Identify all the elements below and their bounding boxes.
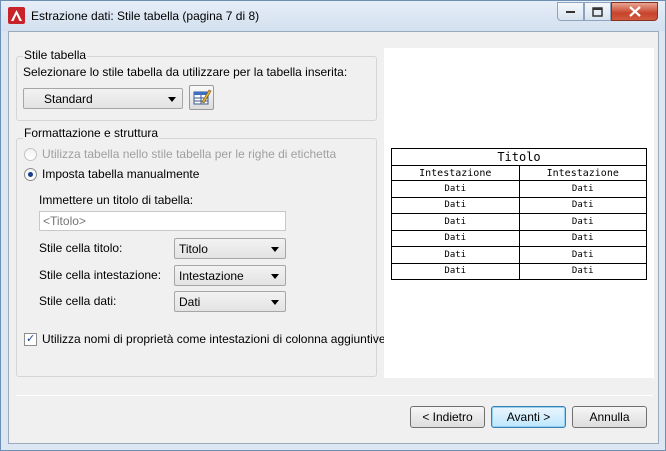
preview-row: Dati Dati xyxy=(391,229,647,247)
table-style-group-label: Stile tabella xyxy=(23,48,88,62)
preview-data-cell: Dati xyxy=(391,262,520,280)
autocad-app-icon xyxy=(8,7,25,24)
table-style-dropdown[interactable]: Standard xyxy=(23,88,183,109)
preview-table: Titolo Intestazione Intestazione Dati Da… xyxy=(391,148,647,280)
dialog-body: Stile tabella Selezionare lo stile tabel… xyxy=(8,31,659,444)
use-style-radio-label: Utilizza tabella nello stile tabella per… xyxy=(42,147,337,161)
preview-data-cell: Dati xyxy=(391,196,520,214)
preview-row: Dati Dati xyxy=(391,196,647,214)
title-cell-style-label: Stile cella titolo: xyxy=(39,241,123,255)
chevron-down-icon xyxy=(271,247,279,252)
table-style-prompt: Selezionare lo stile tabella da utilizza… xyxy=(23,65,348,79)
title-cell-style-dropdown[interactable]: Titolo xyxy=(174,238,286,259)
data-cell-style-dropdown[interactable]: Dati xyxy=(174,291,286,312)
preview-row: Dati Dati xyxy=(391,262,647,280)
formatting-group-label: Formattazione e struttura xyxy=(23,126,160,140)
use-style-radio[interactable] xyxy=(24,148,37,161)
preview-data-cell: Dati xyxy=(518,229,647,247)
preview-row: Dati Dati xyxy=(391,246,647,264)
maximize-button[interactable] xyxy=(584,2,611,21)
preview-data-cell: Dati xyxy=(518,180,647,198)
cancel-button[interactable]: Annulla xyxy=(572,406,647,428)
preview-data-cell: Dati xyxy=(391,246,520,264)
preview-data-cell: Dati xyxy=(391,229,520,247)
title-cell-style-value: Titolo xyxy=(179,242,208,256)
preview-row: Dati Dati xyxy=(391,180,647,198)
back-button[interactable]: < Indietro xyxy=(410,406,485,428)
preview-data-cell: Dati xyxy=(518,262,647,280)
window-title: Estrazione dati: Stile tabella (pagina 7… xyxy=(31,9,260,23)
minimize-button[interactable] xyxy=(557,2,584,21)
data-cell-style-label: Stile cella dati: xyxy=(39,294,117,308)
table-style-dropdown-value: Standard xyxy=(44,92,93,106)
preview-data-cell: Dati xyxy=(391,213,520,231)
preview-data-cell: Dati xyxy=(518,213,647,231)
chevron-down-icon xyxy=(271,300,279,305)
chevron-down-icon xyxy=(168,97,176,102)
preview-data-cell: Dati xyxy=(518,246,647,264)
table-preview-panel: Titolo Intestazione Intestazione Dati Da… xyxy=(384,48,654,378)
checkmark-icon: ✓ xyxy=(26,332,36,345)
title-prompt-label: Immettere un titolo di tabella: xyxy=(39,193,194,207)
title-bar[interactable]: Estrazione dati: Stile tabella (pagina 7… xyxy=(1,1,665,31)
preview-data-cell: Dati xyxy=(518,196,647,214)
maximize-icon xyxy=(592,6,603,17)
property-names-checkbox-label: Utilizza nomi di proprietà come intestaz… xyxy=(42,332,386,346)
table-title-input[interactable] xyxy=(39,211,286,231)
footer-separator xyxy=(16,395,653,396)
preview-title-cell: Titolo xyxy=(391,148,647,166)
manual-setup-radio[interactable] xyxy=(24,168,37,181)
header-cell-style-value: Intestazione xyxy=(179,269,244,283)
header-cell-style-dropdown[interactable]: Intestazione xyxy=(174,265,286,286)
close-button[interactable] xyxy=(611,2,658,21)
minimize-icon xyxy=(565,10,575,13)
dialog-window: Estrazione dati: Stile tabella (pagina 7… xyxy=(0,0,666,451)
next-button[interactable]: Avanti > xyxy=(491,406,566,428)
header-cell-style-label: Stile cella intestazione: xyxy=(39,268,162,282)
preview-header-cell: Intestazione xyxy=(518,165,647,181)
table-style-dialog-button[interactable] xyxy=(189,85,214,110)
table-title-field[interactable] xyxy=(40,212,285,230)
preview-header-cell: Intestazione xyxy=(391,165,520,181)
preview-row: Dati Dati xyxy=(391,213,647,231)
preview-data-cell: Dati xyxy=(391,180,520,198)
manual-setup-radio-label: Imposta tabella manualmente xyxy=(42,167,200,181)
chevron-down-icon xyxy=(271,274,279,279)
data-cell-style-value: Dati xyxy=(179,295,201,309)
table-edit-icon xyxy=(193,89,212,105)
property-names-checkbox[interactable]: ✓ xyxy=(24,332,37,346)
close-icon xyxy=(628,6,641,17)
